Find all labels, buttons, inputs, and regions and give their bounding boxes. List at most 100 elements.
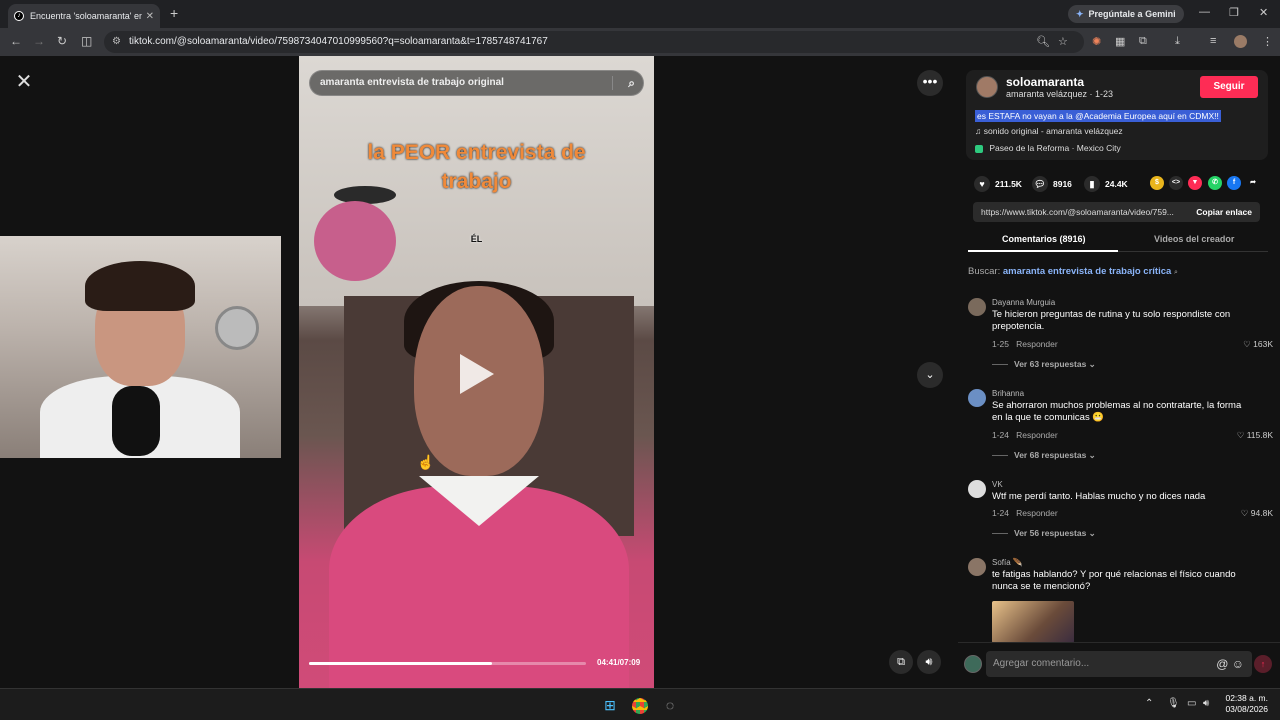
commenter-avatar[interactable] — [968, 558, 986, 576]
new-tab-button[interactable]: + — [170, 5, 178, 21]
close-window-button[interactable]: ✕ — [1259, 6, 1268, 19]
whatsapp-icon[interactable]: ✆ — [1208, 176, 1222, 190]
location-info[interactable]: Paseo de la Reforma · Mexico City — [975, 143, 1121, 153]
commenter-name[interactable]: Dayanna Murguia — [992, 298, 1055, 307]
browser-tab[interactable]: ♪ Encuentra 'soloamaranta' en TikTok ✕ — [8, 4, 160, 28]
heart-icon[interactable]: ♥ — [974, 176, 990, 192]
video-progress-bar[interactable] — [309, 662, 586, 665]
search-icon[interactable]: ⌕ — [628, 71, 635, 95]
split-view-icon[interactable]: ◫ — [81, 34, 92, 48]
tiktok-video-page: ✕ amaranta entrevista de trabajo origina… — [0, 56, 1280, 688]
chrome-taskbar-icon[interactable] — [630, 695, 650, 715]
microphone-tray-icon[interactable]: 🎙︎ — [1167, 698, 1180, 709]
volume-tray-icon[interactable]: 🔊︎ — [1203, 698, 1209, 709]
heart-outline-icon[interactable]: ♡ — [1241, 508, 1251, 518]
video-player[interactable]: amaranta entrevista de trabajo original … — [299, 56, 654, 688]
clock-time: 02:38 a. m. — [1225, 693, 1268, 703]
url-bar[interactable]: ⚙ tiktok.com/@soloamaranta/video/7598734… — [104, 31, 1084, 53]
extension-icon-2[interactable]: ▦ — [1115, 35, 1125, 48]
browser-menu-icon[interactable]: ⋮ — [1262, 35, 1273, 48]
music-info[interactable]: ♫ sonido original - amaranta velázquez — [975, 126, 1123, 136]
send-icon[interactable]: ▼ — [1188, 176, 1202, 190]
site-info-icon[interactable]: ⚙ — [112, 31, 121, 53]
zoom-icon[interactable]: 🔍︎ — [1036, 35, 1050, 48]
extension-icon[interactable]: ✺ — [1092, 35, 1101, 48]
comment-stat[interactable]: 💬︎ 8916 — [1032, 176, 1072, 192]
bookmark-icon[interactable]: ▮ — [1084, 176, 1100, 192]
app-taskbar-icon[interactable]: ◌ — [660, 695, 680, 715]
heart-outline-icon[interactable]: ♡ — [1243, 339, 1253, 349]
search-suggestion-query[interactable]: amaranta entrevista de trabajo crítica — [1003, 266, 1171, 277]
commenter-avatar[interactable] — [968, 389, 986, 407]
facebook-icon[interactable]: f — [1227, 176, 1241, 190]
back-button[interactable]: ← — [10, 34, 22, 48]
send-comment-button[interactable]: ↑ — [1254, 655, 1272, 673]
comment-date: 1-24 — [992, 508, 1010, 518]
tab-comments[interactable]: Comentarios (8916) — [1002, 234, 1086, 244]
close-video-button[interactable]: ✕ — [12, 70, 36, 94]
floating-player-button[interactable]: ⧉ — [889, 650, 913, 674]
tab-creator-videos[interactable]: Videos del creador — [1154, 234, 1234, 244]
network-tray-icon[interactable]: ▭ — [1187, 698, 1196, 709]
heart-outline-icon[interactable]: ♡ — [1237, 430, 1247, 440]
comment-like[interactable]: ♡ 94.8K — [1241, 508, 1273, 519]
reply-button[interactable]: Responder — [1016, 339, 1058, 349]
commenter-avatar[interactable] — [968, 298, 986, 316]
like-count: 211.5K — [995, 179, 1022, 189]
extensions-puzzle-icon[interactable]: ⧉ — [1139, 35, 1147, 48]
gemini-button[interactable]: ✦ Pregúntale a Gemini — [1068, 5, 1184, 23]
save-stat[interactable]: ▮ 24.4K — [1084, 176, 1128, 192]
video-search-input[interactable]: amaranta entrevista de trabajo original … — [309, 70, 644, 96]
comment-like[interactable]: ♡ 163K — [1243, 339, 1273, 350]
video-info-card: soloamaranta amaranta velázquez · 1-23 S… — [966, 70, 1268, 160]
taskbar-clock[interactable]: 02:38 a. m. 03/08/2026 — [1225, 693, 1268, 715]
active-tab-indicator — [968, 250, 1118, 252]
view-replies-button[interactable]: Ver 56 respuestas ⌄ — [992, 528, 1096, 539]
comment-text: Se ahorraron muchos problemas al no cont… — [992, 400, 1242, 423]
comment-like-count: 163K — [1253, 339, 1273, 349]
search-suggestion[interactable]: Buscar: amaranta entrevista de trabajo c… — [968, 266, 1178, 277]
minimize-button[interactable]: — — [1199, 6, 1210, 18]
download-icon[interactable]: ⤓ — [1175, 35, 1180, 48]
commenter-name[interactable]: Brihanna — [992, 389, 1024, 398]
comment-like[interactable]: ♡ 115.8K — [1237, 430, 1273, 441]
bookmark-star-icon[interactable]: ☆ — [1058, 35, 1068, 48]
reply-button[interactable]: Responder — [1016, 508, 1058, 518]
comment-count: 8916 — [1053, 179, 1072, 189]
volume-button[interactable]: 🔊︎ — [917, 650, 941, 674]
coin-share-icon[interactable]: $ — [1150, 176, 1164, 190]
video-person — [329, 281, 629, 688]
comment-like-count: 94.8K — [1250, 508, 1273, 518]
view-replies-button[interactable]: Ver 63 respuestas ⌄ — [992, 359, 1096, 370]
next-video-button[interactable]: ⌄ — [917, 362, 943, 388]
mention-emoji-icons[interactable]: @ ☺ — [1216, 651, 1244, 677]
reply-button[interactable]: Responder — [1016, 430, 1058, 440]
play-icon[interactable] — [460, 354, 494, 394]
creator-avatar[interactable] — [976, 76, 998, 98]
commenter-name[interactable]: Sofía 🪶 — [992, 558, 1023, 567]
tab-search-icon[interactable]: ≡ — [1210, 35, 1216, 47]
view-replies-button[interactable]: Ver 68 respuestas ⌄ — [992, 450, 1096, 461]
share-arrow-icon[interactable]: ➦ — [1246, 176, 1260, 190]
like-stat[interactable]: ♥ 211.5K — [974, 176, 1022, 192]
comment-image-thumbnail[interactable] — [992, 601, 1074, 643]
windows-start-icon[interactable]: ⊞ — [600, 695, 620, 715]
reload-button[interactable]: ↻ — [57, 34, 67, 48]
commenter-avatar[interactable] — [968, 480, 986, 498]
commenter-name[interactable]: VK — [992, 480, 1003, 489]
comment-bubble-icon[interactable]: 💬︎ — [1032, 176, 1048, 192]
forward-button[interactable]: → — [33, 34, 45, 48]
more-options-button[interactable]: ••• — [917, 70, 943, 96]
creator-username[interactable]: soloamaranta — [1006, 75, 1084, 89]
comment-input-bar: Agregar comentario... @ ☺ ↑ — [958, 642, 1280, 688]
profile-avatar[interactable] — [1234, 35, 1247, 48]
copy-link-button[interactable]: Copiar enlace — [1196, 207, 1252, 217]
follow-button[interactable]: Seguir — [1200, 76, 1258, 98]
embed-icon[interactable]: <> — [1169, 176, 1183, 190]
close-tab-icon[interactable]: ✕ — [146, 11, 154, 22]
comment-input[interactable]: Agregar comentario... @ ☺ — [986, 651, 1252, 677]
copy-link-box: https://www.tiktok.com/@soloamaranta/vid… — [973, 202, 1260, 222]
url-text: tiktok.com/@soloamaranta/video/759873404… — [129, 36, 548, 47]
tray-chevron-icon[interactable]: ⌃ — [1145, 698, 1153, 709]
restore-button[interactable]: ❐ — [1229, 6, 1239, 19]
